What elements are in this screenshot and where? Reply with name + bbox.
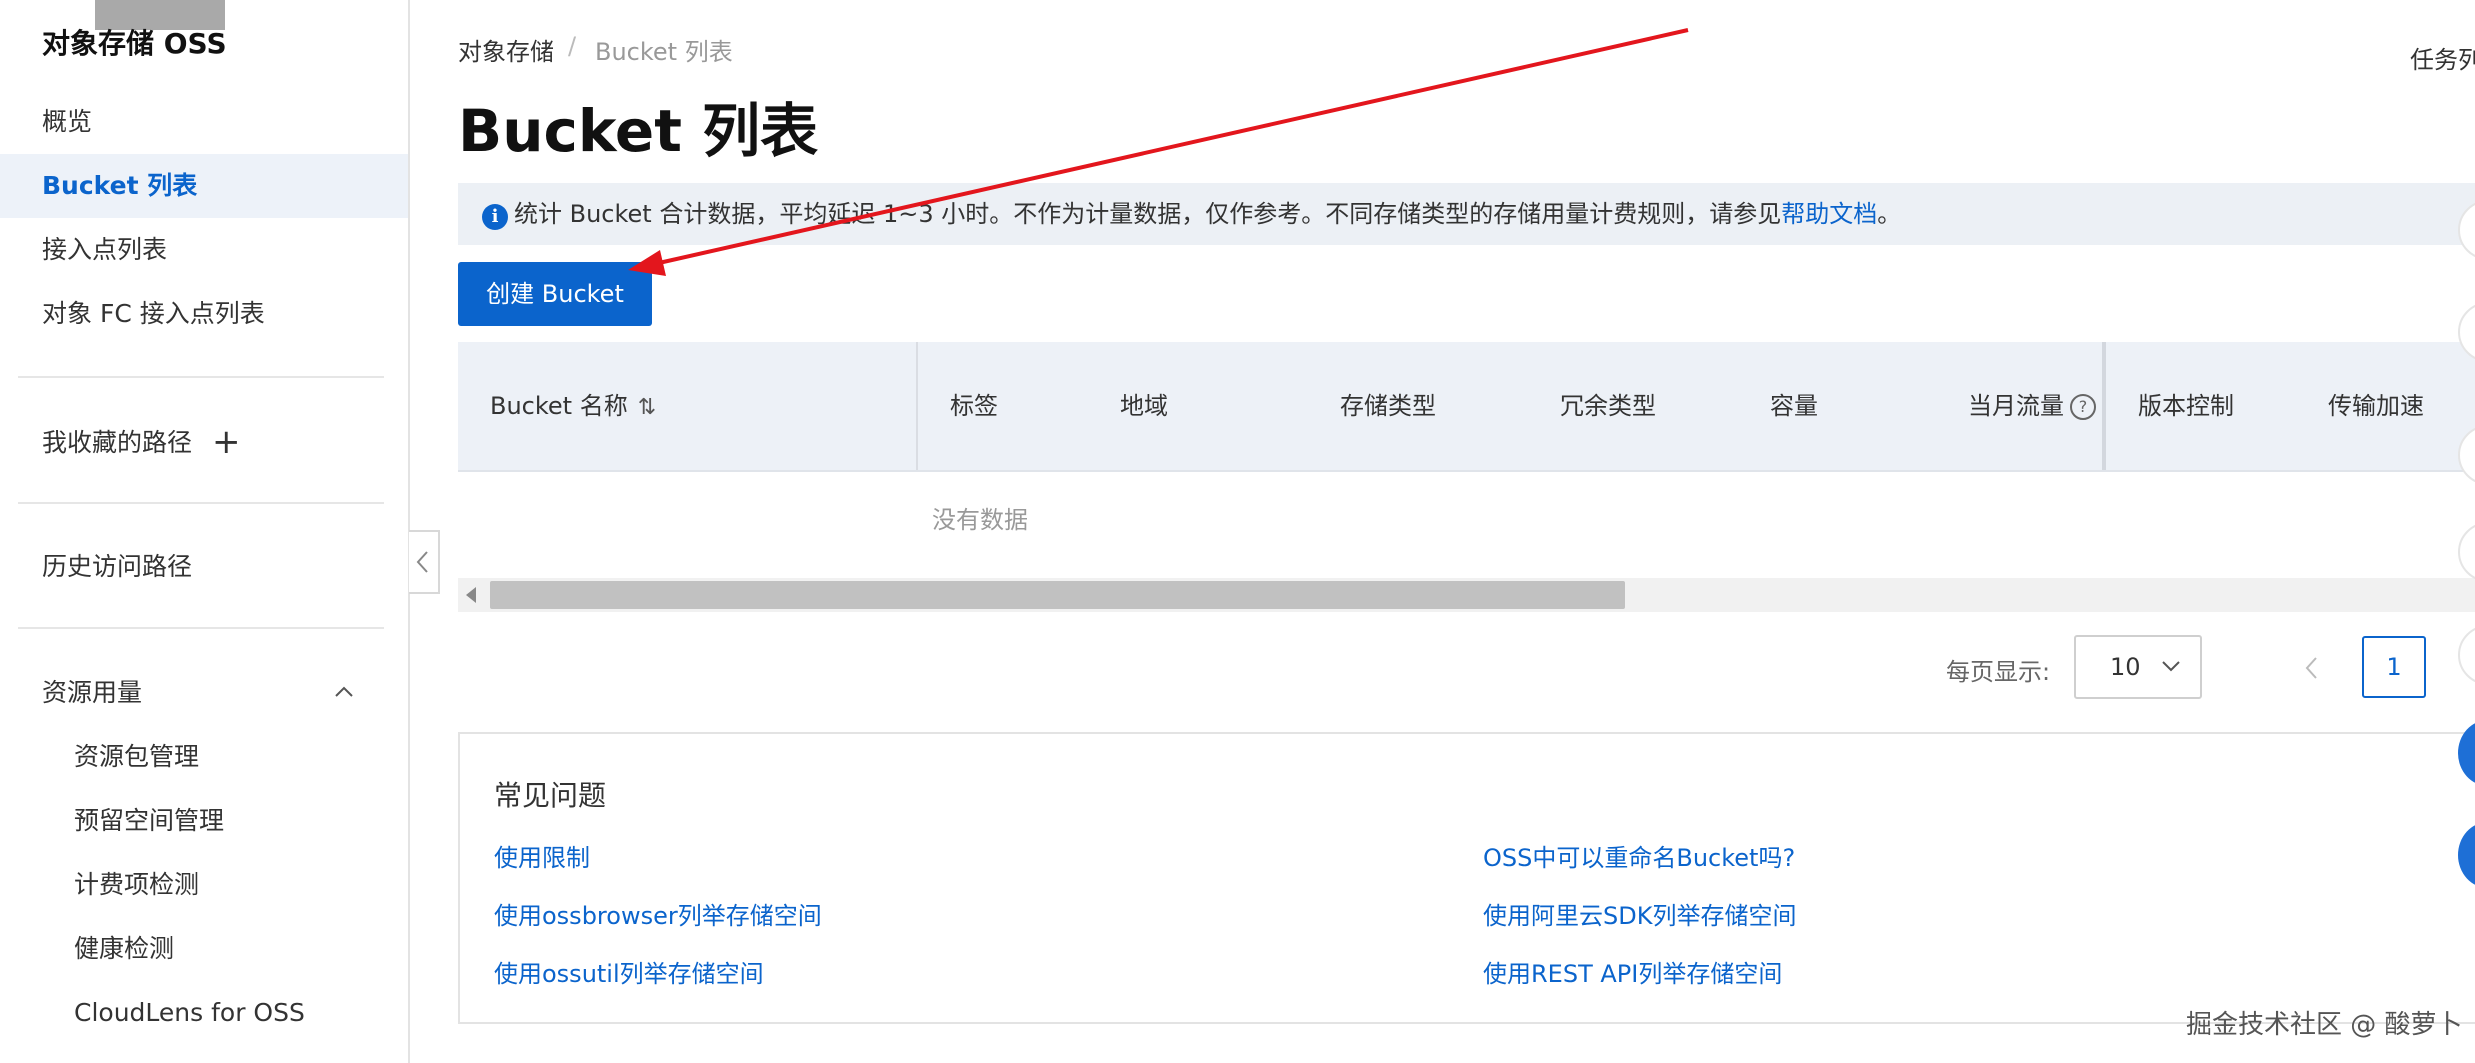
help-icon[interactable]: ? bbox=[2070, 394, 2096, 420]
column-header-transfer-acceleration: 传输加速 bbox=[2328, 392, 2424, 420]
floating-widget[interactable] bbox=[2458, 625, 2475, 685]
notice-end: 。 bbox=[1877, 200, 1902, 228]
task-list-link[interactable]: 任务列 bbox=[2410, 40, 2475, 75]
prev-page-button[interactable] bbox=[2300, 650, 2324, 686]
per-page-select[interactable]: 10 bbox=[2074, 635, 2202, 699]
per-page-value: 10 bbox=[2110, 653, 2141, 681]
sidebar-title: 对象存储 OSS bbox=[42, 27, 227, 60]
sidebar-divider bbox=[18, 502, 384, 504]
column-separator bbox=[916, 342, 918, 470]
sidebar-item-resource-packages[interactable]: 资源包管理 bbox=[0, 725, 408, 789]
sidebar-item-bucket-list[interactable]: Bucket 列表 bbox=[0, 154, 408, 218]
chevron-up-icon[interactable] bbox=[334, 682, 354, 702]
breadcrumb-current: Bucket 列表 bbox=[595, 38, 733, 66]
faq-link[interactable]: 使用REST API列举存储空间 bbox=[1483, 954, 1782, 989]
column-header-tags: 标签 bbox=[950, 392, 998, 420]
sidebar-item-health-check[interactable]: 健康检测 bbox=[0, 917, 408, 981]
info-notice: i 统计 Bucket 合计数据，平均延迟 1~3 小时。不作为计量数据，仅作参考… bbox=[458, 183, 2475, 245]
table-header: Bucket 名称 ⇅ 标签 地域 存储类型 冗余类型 容量 当月流量? 版本控制… bbox=[458, 342, 2475, 472]
faq-link[interactable]: 使用ossutil列举存储空间 bbox=[494, 954, 764, 989]
scrollbar-thumb[interactable] bbox=[490, 581, 1625, 609]
faq-link[interactable]: 使用阿里云SDK列举存储空间 bbox=[1483, 896, 1796, 931]
sidebar-item-favorites[interactable]: 我收藏的路径 + bbox=[0, 410, 408, 474]
column-label: 当月流量 bbox=[1968, 392, 2064, 420]
breadcrumb-separator: / bbox=[568, 32, 577, 60]
sidebar-divider bbox=[18, 627, 384, 629]
sidebar-item-billing-check[interactable]: 计费项检测 bbox=[0, 853, 408, 917]
sidebar-item-reserved-space[interactable]: 预留空间管理 bbox=[0, 789, 408, 853]
create-bucket-button[interactable]: 创建 Bucket bbox=[458, 262, 652, 326]
scroll-left-icon[interactable] bbox=[466, 587, 476, 603]
column-header-monthly-traffic: 当月流量? bbox=[1968, 342, 2096, 470]
page-title: Bucket 列表 bbox=[458, 97, 819, 165]
info-icon: i bbox=[482, 204, 508, 230]
sidebar-item-overview[interactable]: 概览 bbox=[0, 90, 408, 154]
sidebar-collapse-button[interactable] bbox=[409, 530, 440, 594]
help-doc-link[interactable]: 帮助文档 bbox=[1781, 200, 1877, 228]
faq-link[interactable]: 使用ossbrowser列举存储空间 bbox=[494, 896, 822, 931]
column-header-region: 地域 bbox=[1120, 392, 1168, 420]
column-header-versioning: 版本控制 bbox=[2138, 392, 2234, 420]
per-page-label: 每页显示: bbox=[1946, 658, 2051, 686]
column-header-name[interactable]: Bucket 名称 ⇅ bbox=[490, 342, 656, 470]
floating-widget[interactable] bbox=[2458, 522, 2475, 582]
column-header-storage-class: 存储类型 bbox=[1340, 392, 1436, 420]
sort-icon[interactable]: ⇅ bbox=[638, 344, 656, 472]
faq-panel: 常见问题 使用限制 使用ossbrowser列举存储空间 使用ossutil列举… bbox=[458, 732, 2475, 1024]
horizontal-scrollbar[interactable] bbox=[458, 578, 2475, 612]
column-header-capacity: 容量 bbox=[1770, 392, 1818, 420]
sidebar-item-fc-access-points[interactable]: 对象 FC 接入点列表 bbox=[0, 282, 408, 346]
breadcrumb-root[interactable]: 对象存储 bbox=[458, 32, 554, 67]
notice-text: 统计 Bucket 合计数据，平均延迟 1~3 小时。不作为计量数据，仅作参考。… bbox=[514, 200, 1782, 228]
watermark: 掘金技术社区 @ 酸萝卜 bbox=[2186, 1010, 2463, 1040]
sidebar-item-access-points[interactable]: 接入点列表 bbox=[0, 218, 408, 282]
column-separator bbox=[2102, 342, 2106, 470]
column-label: Bucket 名称 bbox=[490, 392, 628, 420]
sidebar-divider bbox=[18, 376, 384, 378]
faq-title: 常见问题 bbox=[494, 779, 607, 812]
chevron-down-icon bbox=[2162, 661, 2180, 672]
column-header-redundancy: 冗余类型 bbox=[1560, 392, 1656, 420]
empty-state: 没有数据 bbox=[932, 506, 1028, 534]
sidebar-item-cloudlens[interactable]: CloudLens for OSS bbox=[0, 981, 408, 1045]
plus-icon[interactable]: + bbox=[212, 410, 241, 474]
sidebar: 对象存储 OSS 概览 Bucket 列表 接入点列表 对象 FC 接入点列表 … bbox=[0, 0, 410, 1063]
chevron-left-icon bbox=[416, 551, 428, 573]
favorites-label: 我收藏的路径 bbox=[42, 428, 193, 457]
faq-link[interactable]: 使用限制 bbox=[494, 838, 590, 873]
page-number-button[interactable]: 1 bbox=[2362, 636, 2426, 698]
sidebar-item-history[interactable]: 历史访问路径 bbox=[0, 535, 408, 599]
faq-link[interactable]: OSS中可以重命名Bucket吗? bbox=[1483, 838, 1795, 873]
